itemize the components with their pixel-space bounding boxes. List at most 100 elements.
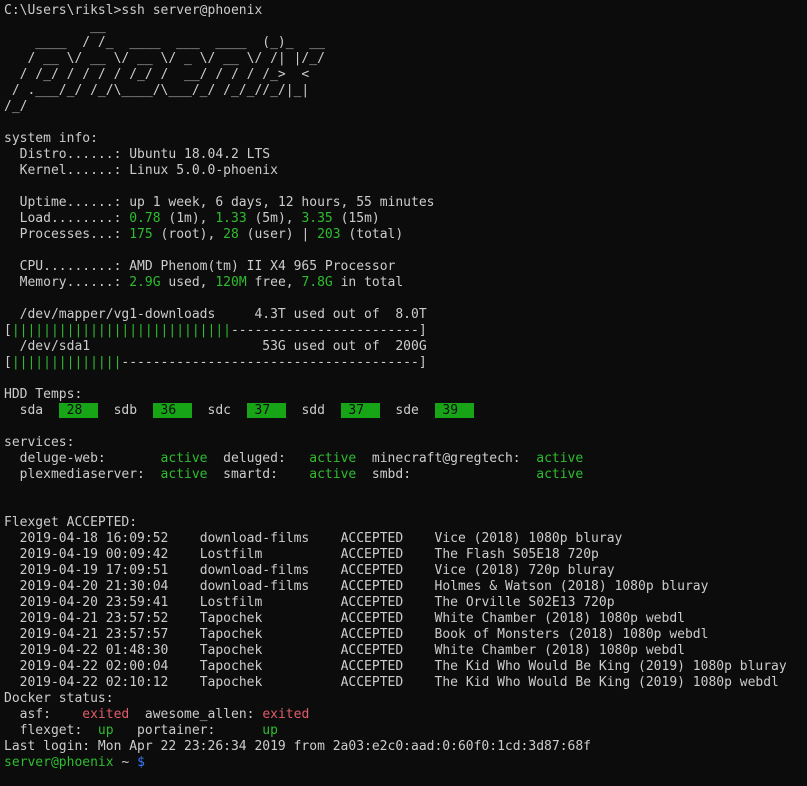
text-segment: ] (419, 323, 427, 338)
text-segment (403, 643, 434, 658)
text-segment: (user) | (239, 227, 317, 242)
hdd-temps-heading: HDD Temps: (4, 387, 807, 403)
label: CPU.........: (4, 259, 129, 274)
text-segment (403, 627, 434, 642)
system-info-distro: Distro......: Ubuntu 18.04.2 LTS (4, 147, 807, 163)
drive-name: sda (4, 403, 59, 418)
prompt-user-host: server@phoenix (4, 755, 114, 770)
text-segment (168, 547, 199, 562)
docker-row: asf: exited awesome_allen: exited (4, 707, 807, 723)
disk-usage-vg1-downloads: /dev/mapper/vg1-downloads 4.3T used out … (4, 307, 807, 323)
last-login-line: Last login: Mon Apr 22 23:26:34 2019 fro… (4, 739, 807, 755)
command-line[interactable]: C:\Users\riksl>ssh server@phoenix (4, 3, 807, 19)
text-segment (4, 675, 20, 690)
system-info-processes: Processes...: 175 (root), 28 (user) | 20… (4, 227, 807, 243)
container-name: flexget: (4, 723, 98, 738)
text-segment (168, 595, 199, 610)
flexget-title: The Kid Who Would Be King (2019) 1080p w… (435, 675, 779, 690)
text-segment: (5m), (247, 211, 302, 226)
container-name: awesome_allen: (129, 707, 262, 722)
text-segment: 7.8G (301, 275, 332, 290)
text-segment (403, 675, 434, 690)
text-segment (168, 611, 199, 626)
flexget-tracker: Lostfilm (200, 595, 341, 610)
drive-name: sdd (286, 403, 341, 418)
flexget-entry: 2019-04-21 23:57:52 Tapochek ACCEPTED Wh… (4, 611, 807, 627)
text-segment: (1m), (161, 211, 216, 226)
text-segment (4, 563, 20, 578)
prompt-line[interactable]: server@phoenix ~ $ (4, 755, 807, 771)
services-row: plexmediaserver: active smartd: active s… (4, 467, 807, 483)
terminal-screen[interactable]: C:\Users\riksl>ssh server@phoenix __ ___… (0, 0, 807, 786)
flexget-tracker: Tapochek (200, 627, 341, 642)
text-segment (4, 547, 20, 562)
temp-badge-sdc: 37 (247, 403, 286, 418)
system-info-memory: Memory......: 2.9G used, 120M free, 7.8G… (4, 275, 807, 291)
text-segment (403, 611, 434, 626)
ascii-art-line: / /_/ / / / / /_/ / __/ / / / /_> < (4, 67, 807, 83)
text-segment: [ (4, 355, 12, 370)
flexget-time: 2019-04-20 21:30:04 (20, 579, 169, 594)
service-status: active (536, 451, 583, 466)
text-segment (4, 659, 20, 674)
service-status: active (536, 467, 583, 482)
docker-heading: Docker status: (4, 691, 807, 707)
text-segment (4, 643, 20, 658)
text-segment: 175 (129, 227, 152, 242)
flexget-status: ACCEPTED (341, 563, 404, 578)
flexget-entry: 2019-04-22 02:10:12 Tapochek ACCEPTED Th… (4, 675, 807, 691)
docker-row: flexget: up portainer: up (4, 723, 807, 739)
flexget-status: ACCEPTED (341, 643, 404, 658)
flexget-entry: 2019-04-19 00:09:42 Lostfilm ACCEPTED Th… (4, 547, 807, 563)
value: up 1 week, 6 days, 12 hours, 55 minutes (129, 195, 434, 210)
text-segment: /_/ (4, 99, 27, 114)
services-row: deluge-web: active deluged: active minec… (4, 451, 807, 467)
text-segment: 203 (317, 227, 340, 242)
ascii-art-line: / .___/_/ /_/\____/\___/_/ /_/_//_/|_| (4, 83, 807, 99)
flexget-title: Vice (2018) 720p bluray (435, 563, 615, 578)
bar-used: |||||||||||||||||||||||||||| (12, 323, 231, 338)
flexget-tracker: download-films (200, 531, 341, 546)
ascii-art-line: / __ \/ __ \/ __ \/ _ \/ __ \/ /| |/_/ (4, 51, 807, 67)
service-name: smbd: (356, 467, 536, 482)
flexget-time: 2019-04-22 02:00:04 (20, 659, 169, 674)
label: Kernel......: (4, 163, 129, 178)
text-segment (4, 611, 20, 626)
blank-line (4, 243, 807, 259)
text-segment: __ (4, 19, 106, 34)
text-segment (168, 579, 199, 594)
flexget-time: 2019-04-22 01:48:30 (20, 643, 169, 658)
flexget-title: White Chamber (2018) 1080p webdl (435, 611, 685, 626)
flexget-time: 2019-04-21 23:57:52 (20, 611, 169, 626)
service-status: active (161, 467, 208, 482)
flexget-tracker: Lostfilm (200, 547, 341, 562)
bar-free: ------------------------ (231, 323, 419, 338)
blank-line (4, 291, 807, 307)
text-segment: used, (161, 275, 216, 290)
text-segment: Flexget ACCEPTED: (4, 515, 137, 530)
flexget-tracker: Tapochek (200, 611, 341, 626)
text-segment: / /_/ / / / / /_/ / __/ / / / /_> < (4, 67, 309, 82)
text-segment: ____ / /_ ____ ___ ____ (_)_ __ (4, 35, 325, 50)
text-segment (403, 547, 434, 562)
label: Load........: (4, 211, 129, 226)
prompt-symbol: $ (137, 755, 145, 770)
service-name: smartd: (208, 467, 310, 482)
value: Linux 5.0.0-phoenix (129, 163, 278, 178)
flexget-title: The Kid Who Would Be King (2019) 1080p b… (435, 659, 787, 674)
flexget-status: ACCEPTED (341, 659, 404, 674)
bar-used: |||||||||||||| (12, 355, 122, 370)
service-status: active (161, 451, 208, 466)
bar-free: -------------------------------------- (121, 355, 418, 370)
ascii-art-line: ____ / /_ ____ ___ ____ (_)_ __ (4, 35, 807, 51)
service-status: active (309, 451, 356, 466)
flexget-status: ACCEPTED (341, 627, 404, 642)
flexget-entry: 2019-04-21 23:57:57 Tapochek ACCEPTED Bo… (4, 627, 807, 643)
service-name: deluge-web: (4, 451, 161, 466)
container-status: up (98, 723, 114, 738)
text-segment: 1.33 (215, 211, 246, 226)
text-segment: [ (4, 323, 12, 338)
text-segment: in total (333, 275, 403, 290)
flexget-entry: 2019-04-20 21:30:04 download-films ACCEP… (4, 579, 807, 595)
flexget-entry: 2019-04-22 01:48:30 Tapochek ACCEPTED Wh… (4, 643, 807, 659)
